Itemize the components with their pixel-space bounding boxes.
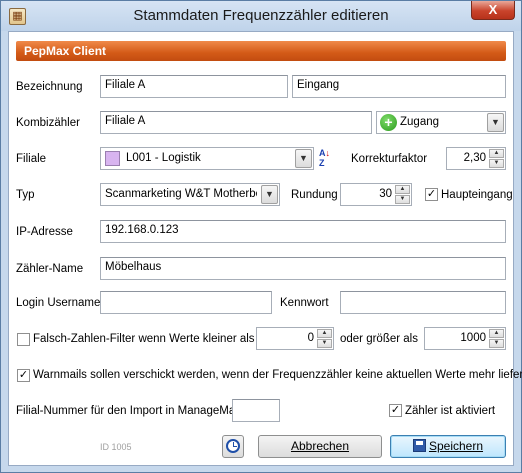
floppy-disk-icon bbox=[412, 439, 426, 453]
zaehler-name-label: Zähler-Name bbox=[16, 263, 84, 275]
spin-up-icon[interactable]: ▲ bbox=[489, 149, 504, 158]
history-button[interactable] bbox=[222, 435, 244, 458]
bezeichnung-label: Bezeichnung bbox=[16, 81, 83, 93]
korrekturfaktor-value: 2,30 bbox=[463, 152, 486, 164]
rundung-label: Rundung bbox=[291, 189, 338, 201]
aktiviert-label: Zähler ist aktiviert bbox=[405, 405, 496, 417]
spin-down-icon[interactable]: ▼ bbox=[489, 339, 504, 348]
banner-text: PepMax Client bbox=[24, 44, 107, 58]
haupteingang-checkbox[interactable]: ✓ bbox=[425, 188, 438, 201]
filiale-label: Filiale bbox=[16, 153, 47, 165]
typ-label: Typ bbox=[16, 189, 35, 201]
chevron-down-icon[interactable]: ▼ bbox=[295, 149, 312, 168]
rundung-value: 30 bbox=[379, 188, 392, 200]
spin-down-icon[interactable]: ▼ bbox=[317, 339, 332, 348]
warnmails-label: Warnmails sollen verschickt werden, wenn… bbox=[33, 369, 522, 381]
clock-icon bbox=[226, 439, 240, 453]
chevron-down-icon[interactable]: ▼ bbox=[261, 185, 278, 204]
filter-max-label: oder größer als bbox=[340, 333, 418, 345]
aktiviert-checkbox[interactable]: ✓ bbox=[389, 404, 402, 417]
kombizaehler-label: Kombizähler bbox=[16, 117, 80, 129]
spin-down-icon[interactable]: ▼ bbox=[489, 159, 504, 168]
warnmails-checkbox[interactable]: ✓ bbox=[17, 369, 30, 382]
spin-up-icon[interactable]: ▲ bbox=[489, 329, 504, 338]
spin-down-icon[interactable]: ▼ bbox=[395, 195, 410, 204]
client-banner: PepMax Client bbox=[16, 41, 506, 61]
sort-az-icon[interactable]: A↓ Z bbox=[319, 148, 337, 169]
login-input[interactable] bbox=[100, 291, 272, 314]
kennwort-label: Kennwort bbox=[280, 297, 329, 309]
spin-up-icon[interactable]: ▲ bbox=[395, 185, 410, 194]
zaehler-name-input[interactable]: Möbelhaus bbox=[100, 257, 506, 280]
record-id: ID 1005 bbox=[100, 442, 132, 452]
filter-min-value: 0 bbox=[307, 332, 314, 344]
filter-max-value: 1000 bbox=[460, 332, 486, 344]
login-label: Login Username bbox=[16, 297, 101, 309]
bezeichnung-input[interactable]: Filiale A bbox=[100, 75, 288, 98]
plus-circle-icon: + bbox=[380, 114, 397, 131]
dialog-window: ▦ Stammdaten Frequenzzähler editieren X … bbox=[0, 0, 522, 473]
spin-up-icon[interactable]: ▲ bbox=[317, 329, 332, 338]
save-button-label: Speichern bbox=[428, 439, 484, 453]
save-button[interactable]: Speichern bbox=[390, 435, 506, 458]
cancel-button-label: Abbrechen bbox=[290, 439, 350, 453]
filter-min-spinner[interactable]: 0 ▲ ▼ bbox=[256, 327, 334, 350]
filial-nummer-label: Filial-Nummer für den Import in ManageMa… bbox=[16, 405, 241, 417]
window-title: Stammdaten Frequenzzähler editieren bbox=[133, 7, 389, 24]
filter-max-spinner[interactable]: 1000 ▲ ▼ bbox=[424, 327, 506, 350]
filter-checkbox[interactable] bbox=[17, 333, 30, 346]
close-button[interactable]: X bbox=[471, 1, 515, 20]
title-bar[interactable]: ▦ Stammdaten Frequenzzähler editieren X bbox=[1, 1, 521, 31]
rundung-spinner[interactable]: 30 ▲ ▼ bbox=[340, 183, 412, 206]
ip-input[interactable]: 192.168.0.123 bbox=[100, 220, 506, 243]
filiale-color-swatch bbox=[105, 151, 120, 166]
cancel-button[interactable]: Abbrechen bbox=[258, 435, 382, 458]
filial-nummer-input[interactable] bbox=[232, 399, 280, 422]
filiale-value: L001 - Logistik bbox=[126, 152, 201, 164]
kombizaehler-input[interactable]: Filiale A bbox=[100, 111, 372, 134]
filter-label: Falsch-Zahlen-Filter wenn Werte kleiner … bbox=[33, 333, 255, 345]
haupteingang-label: Haupteingang bbox=[441, 189, 513, 201]
filiale-select[interactable]: L001 - Logistik ▼ bbox=[100, 147, 314, 170]
kombizaehler-mode-value: Zugang bbox=[400, 116, 440, 128]
ip-label: IP-Adresse bbox=[16, 226, 73, 238]
bezeichnung-zusatz-input[interactable]: Eingang bbox=[292, 75, 506, 98]
typ-select[interactable]: Scanmarketing W&T Motherbox 2 ▼ bbox=[100, 183, 280, 206]
korrekturfaktor-spinner[interactable]: 2,30 ▲ ▼ bbox=[446, 147, 506, 170]
kennwort-input[interactable] bbox=[340, 291, 506, 314]
typ-value: Scanmarketing W&T Motherbox 2 bbox=[105, 188, 257, 200]
form-area: PepMax Client Bezeichnung Filiale A Eing… bbox=[8, 31, 522, 466]
korrekturfaktor-label: Korrekturfaktor bbox=[351, 153, 428, 165]
kombizaehler-mode-select[interactable]: + Zugang ▼ bbox=[376, 111, 506, 134]
chevron-down-icon[interactable]: ▼ bbox=[487, 113, 504, 132]
